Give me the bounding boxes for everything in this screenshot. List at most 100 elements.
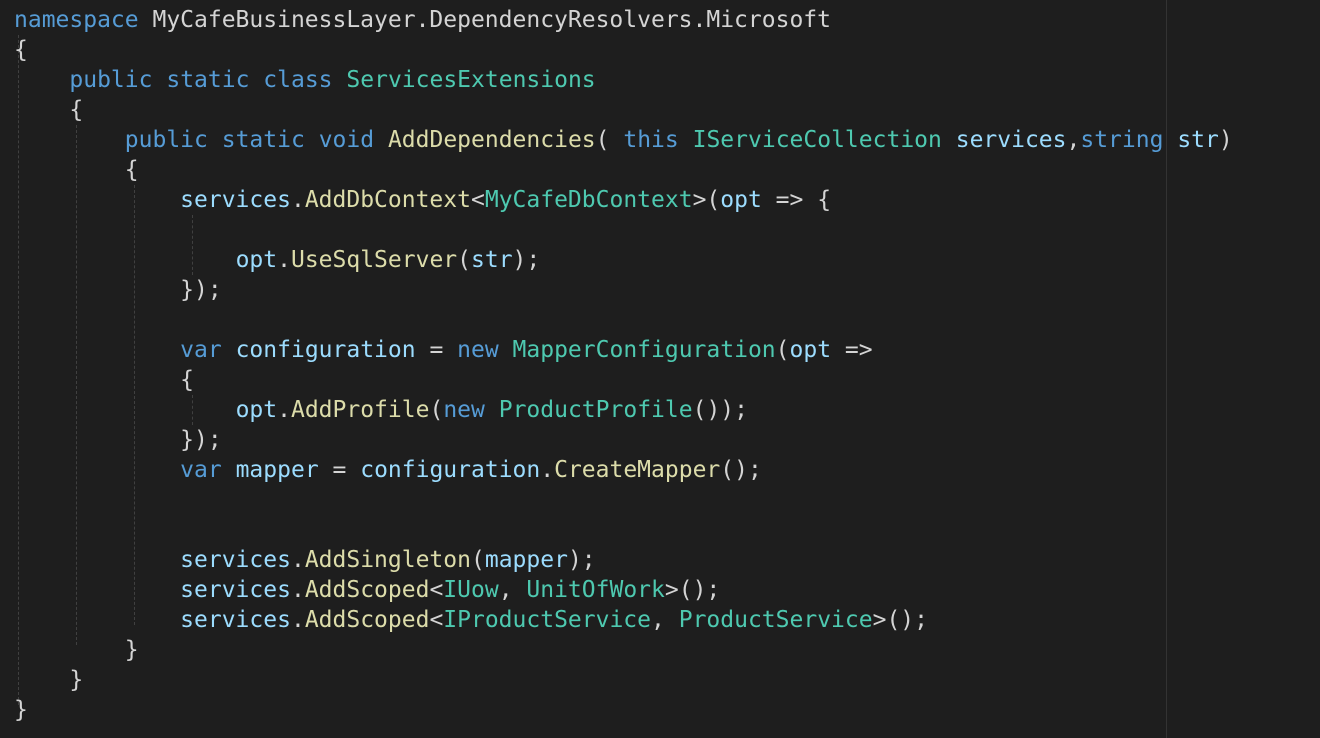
code-line-empty[interactable] xyxy=(14,515,1233,545)
punctuation-token: , xyxy=(651,607,679,633)
variable-token: services xyxy=(180,577,291,603)
function-token: AddProfile xyxy=(290,397,430,423)
type-token: IServiceCollection xyxy=(692,127,942,153)
punctuation-token: MyCafeBusinessLayer.DependencyResolvers.… xyxy=(138,7,831,33)
punctuation-token: => { xyxy=(761,187,832,213)
punctuation-token: } xyxy=(14,667,84,693)
keyword-token: public xyxy=(124,127,208,153)
punctuation-token: ( xyxy=(457,247,471,273)
code-line[interactable]: var configuration = new MapperConfigurat… xyxy=(14,335,1233,365)
punctuation-token: { xyxy=(14,97,84,123)
type-token: ProductProfile xyxy=(498,397,693,423)
code-line-empty[interactable] xyxy=(14,485,1233,515)
punctuation-token: { xyxy=(14,37,28,63)
code-line-empty[interactable] xyxy=(14,305,1233,335)
type-token: UnitOfWork xyxy=(526,577,665,603)
function-token: AddScoped xyxy=(304,607,430,633)
code-editor[interactable]: namespace MyCafeBusinessLayer.Dependency… xyxy=(0,0,1320,738)
punctuation-token xyxy=(14,187,180,213)
punctuation-token: }); xyxy=(14,427,222,453)
type-token: ServicesExtensions xyxy=(346,67,596,93)
punctuation-token: . xyxy=(290,607,305,633)
code-line[interactable]: } xyxy=(14,695,1233,725)
punctuation-token: ( xyxy=(429,397,444,423)
function-token: AddSingleton xyxy=(304,547,471,573)
code-line[interactable]: var mapper = configuration.CreateMapper(… xyxy=(14,455,1233,485)
variable-token: configuration xyxy=(235,337,416,363)
code-line[interactable]: } xyxy=(14,635,1233,665)
variable-token: str xyxy=(471,247,513,273)
variable-token: services xyxy=(180,547,291,573)
code-line[interactable]: } xyxy=(14,665,1233,695)
code-line[interactable]: { xyxy=(14,365,1233,395)
variable-token: opt xyxy=(789,337,832,363)
type-token: ProductService xyxy=(678,607,873,633)
keyword-token: string xyxy=(1080,127,1164,153)
punctuation-token: = xyxy=(415,337,458,363)
punctuation-token: { xyxy=(14,157,139,183)
punctuation-token: < xyxy=(429,577,444,603)
code-line[interactable]: opt.AddProfile(new ProductProfile()); xyxy=(14,395,1233,425)
punctuation-token: => xyxy=(831,337,873,363)
code-line[interactable]: opt.UseSqlServer(str); xyxy=(14,245,1233,275)
punctuation-token xyxy=(499,337,513,363)
punctuation-token: ); xyxy=(567,547,596,573)
variable-token: services xyxy=(180,607,291,633)
function-token: CreateMapper xyxy=(554,457,721,483)
code-text[interactable]: namespace MyCafeBusinessLayer.Dependency… xyxy=(14,5,1233,725)
punctuation-token: (); xyxy=(720,457,762,483)
punctuation-token xyxy=(14,247,236,273)
keyword-token: new xyxy=(457,337,499,363)
type-token: IUow xyxy=(443,577,499,603)
code-line[interactable]: { xyxy=(14,155,1233,185)
function-token: AddDbContext xyxy=(304,187,471,213)
punctuation-token: ()); xyxy=(692,397,748,423)
punctuation-token: ( xyxy=(470,547,485,573)
code-line[interactable]: services.AddDbContext<MyCafeDbContext>(o… xyxy=(14,185,1233,215)
code-line[interactable]: services.AddScoped<IProductService, Prod… xyxy=(14,605,1233,635)
code-line-empty[interactable] xyxy=(14,215,1233,245)
punctuation-token xyxy=(485,397,499,423)
punctuation-token xyxy=(374,127,388,153)
punctuation-token xyxy=(305,127,319,153)
code-line[interactable]: namespace MyCafeBusinessLayer.Dependency… xyxy=(14,5,1233,35)
code-line[interactable]: services.AddScoped<IUow, UnitOfWork>(); xyxy=(14,575,1233,605)
punctuation-token xyxy=(14,67,69,93)
punctuation-token xyxy=(14,457,180,483)
keyword-token: this xyxy=(623,127,679,153)
punctuation-token xyxy=(152,67,166,93)
function-token: UseSqlServer xyxy=(290,247,458,273)
punctuation-token xyxy=(14,607,180,633)
code-line[interactable]: }); xyxy=(14,425,1233,455)
code-line[interactable]: public static class ServicesExtensions xyxy=(14,65,1233,95)
code-line[interactable]: services.AddSingleton(mapper); xyxy=(14,545,1233,575)
variable-token: mapper xyxy=(484,547,568,573)
variable-token: str xyxy=(1177,127,1219,153)
keyword-token: new xyxy=(443,397,485,423)
punctuation-token xyxy=(208,127,222,153)
type-token: IProductService xyxy=(443,607,652,633)
punctuation-token xyxy=(249,67,263,93)
punctuation-token: . xyxy=(277,397,291,423)
punctuation-token xyxy=(14,337,180,363)
punctuation-token: . xyxy=(277,247,291,273)
punctuation-token: . xyxy=(290,187,305,213)
punctuation-token: >( xyxy=(692,187,721,213)
punctuation-token: < xyxy=(429,607,444,633)
punctuation-token xyxy=(14,127,125,153)
punctuation-token: ( xyxy=(775,337,790,363)
code-line[interactable]: public static void AddDependencies( this… xyxy=(14,125,1233,155)
punctuation-token xyxy=(333,67,347,93)
code-line[interactable]: { xyxy=(14,35,1233,65)
code-line[interactable]: }); xyxy=(14,275,1233,305)
keyword-token: class xyxy=(263,67,333,93)
punctuation-token: ) xyxy=(1218,127,1233,153)
punctuation-token: < xyxy=(470,187,485,213)
code-line[interactable]: { xyxy=(14,95,1233,125)
variable-token: mapper xyxy=(235,457,319,483)
punctuation-token: }); xyxy=(14,277,222,303)
variable-token: services xyxy=(180,187,291,213)
variable-token: opt xyxy=(235,397,278,423)
punctuation-token xyxy=(679,127,693,153)
punctuation-token xyxy=(942,127,956,153)
